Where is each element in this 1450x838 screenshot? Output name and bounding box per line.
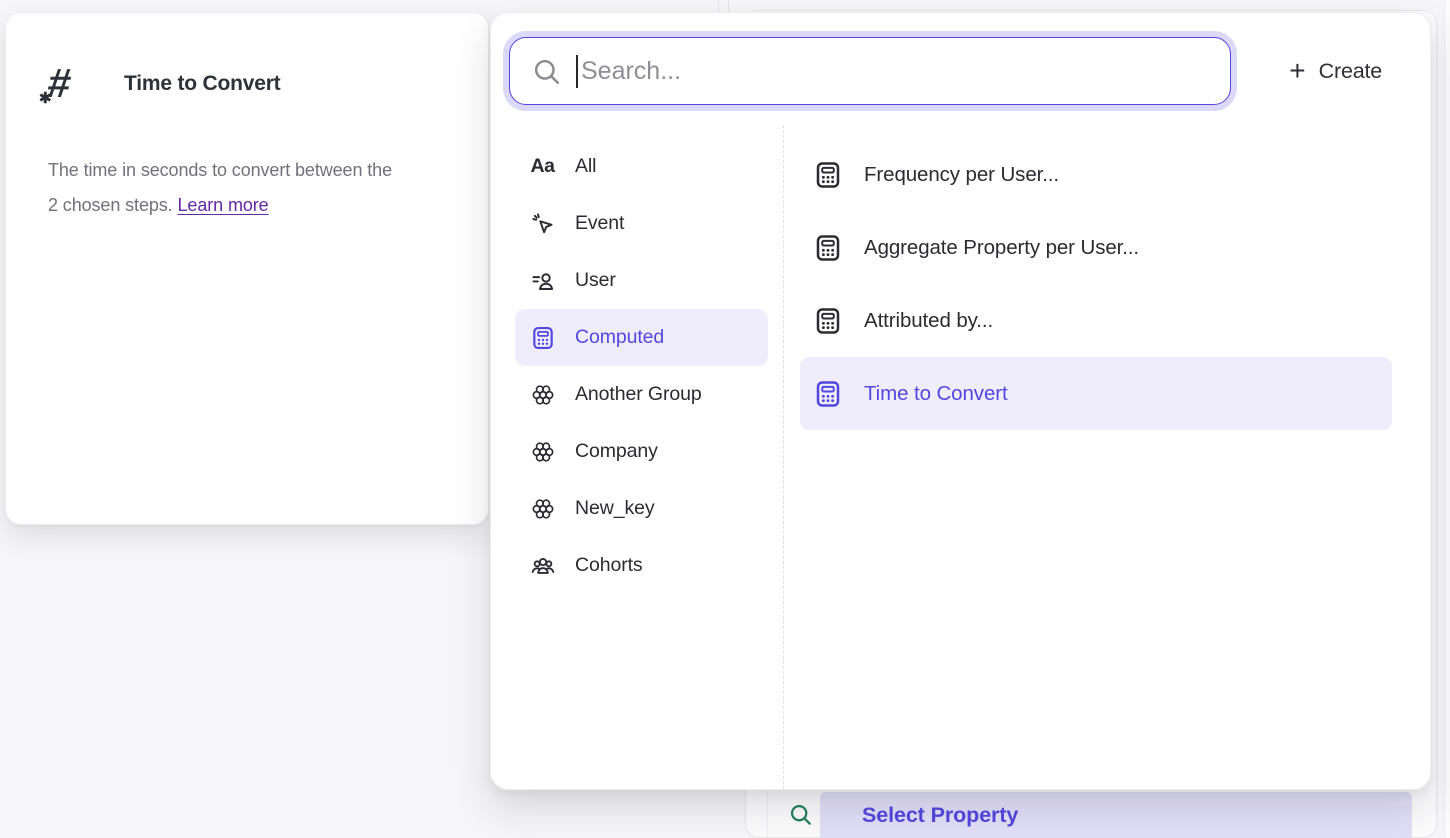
category-label: Computed	[575, 326, 664, 349]
result-frequency-per-user[interactable]: Frequency per User...	[800, 138, 1392, 211]
category-list: Aa All Event	[491, 125, 784, 789]
category-label: Cohorts	[575, 554, 643, 577]
cohorts-people-icon	[529, 553, 556, 579]
numeric-property-icon: # ✱	[48, 63, 88, 104]
group-cluster-icon	[529, 382, 556, 408]
result-label: Time to Convert	[864, 382, 1008, 406]
user-profile-icon	[529, 268, 556, 294]
search-icon	[787, 801, 814, 833]
category-new-key[interactable]: New_key	[515, 480, 768, 537]
select-property-label: Select Property	[862, 803, 1018, 828]
text-aa-icon: Aa	[529, 155, 556, 178]
calculator-icon	[813, 306, 843, 336]
result-label: Aggregate Property per User...	[864, 236, 1139, 260]
group-cluster-icon	[529, 439, 556, 465]
background-divider	[728, 0, 729, 12]
search-icon	[530, 55, 563, 88]
select-property-button[interactable]: Select Property	[820, 792, 1412, 838]
category-label: User	[575, 269, 616, 292]
category-company[interactable]: Company	[515, 423, 768, 480]
event-cursor-icon	[529, 211, 556, 237]
tooltip-description: The time in seconds to convert between t…	[48, 153, 393, 223]
result-aggregate-property-per-user[interactable]: Aggregate Property per User...	[800, 211, 1392, 284]
search-input[interactable]	[578, 57, 1210, 86]
group-cluster-icon	[529, 496, 556, 522]
category-another-group[interactable]: Another Group	[515, 366, 768, 423]
plus-icon: +	[1289, 57, 1305, 85]
tooltip-title: Time to Convert	[124, 72, 280, 96]
create-button-label: Create	[1319, 59, 1382, 84]
background-panel-edge	[1444, 0, 1450, 838]
category-label: Another Group	[575, 383, 702, 406]
property-picker-popover: + Create Aa All	[490, 12, 1431, 790]
result-label: Frequency per User...	[864, 163, 1059, 187]
property-tooltip-card: # ✱ Time to Convert The time in seconds …	[5, 12, 489, 525]
category-user[interactable]: User	[515, 252, 768, 309]
tooltip-header: # ✱ Time to Convert	[48, 63, 280, 104]
picker-body: Aa All Event	[491, 125, 1430, 789]
category-label: Event	[575, 212, 624, 235]
calculator-icon	[813, 160, 843, 190]
page-background: Select Property # ✱ Time to Convert The …	[0, 0, 1450, 838]
category-cohorts[interactable]: Cohorts	[515, 537, 768, 594]
results-list: Frequency per User... Aggregate Property…	[784, 125, 1430, 789]
category-label: Company	[575, 440, 658, 463]
create-button[interactable]: + Create	[1289, 49, 1382, 93]
search-field[interactable]	[509, 37, 1231, 105]
result-label: Attributed by...	[864, 309, 993, 333]
result-attributed-by[interactable]: Attributed by...	[800, 284, 1392, 357]
category-label: New_key	[575, 497, 655, 520]
category-computed[interactable]: Computed	[515, 309, 768, 366]
category-label: All	[575, 155, 596, 178]
result-time-to-convert[interactable]: Time to Convert	[800, 357, 1392, 430]
calculator-icon	[529, 325, 556, 351]
calculator-icon	[813, 379, 843, 409]
category-all[interactable]: Aa All	[515, 138, 768, 195]
learn-more-link[interactable]: Learn more	[178, 195, 269, 215]
background-divider	[718, 0, 719, 12]
calculator-icon	[813, 233, 843, 263]
category-event[interactable]: Event	[515, 195, 768, 252]
